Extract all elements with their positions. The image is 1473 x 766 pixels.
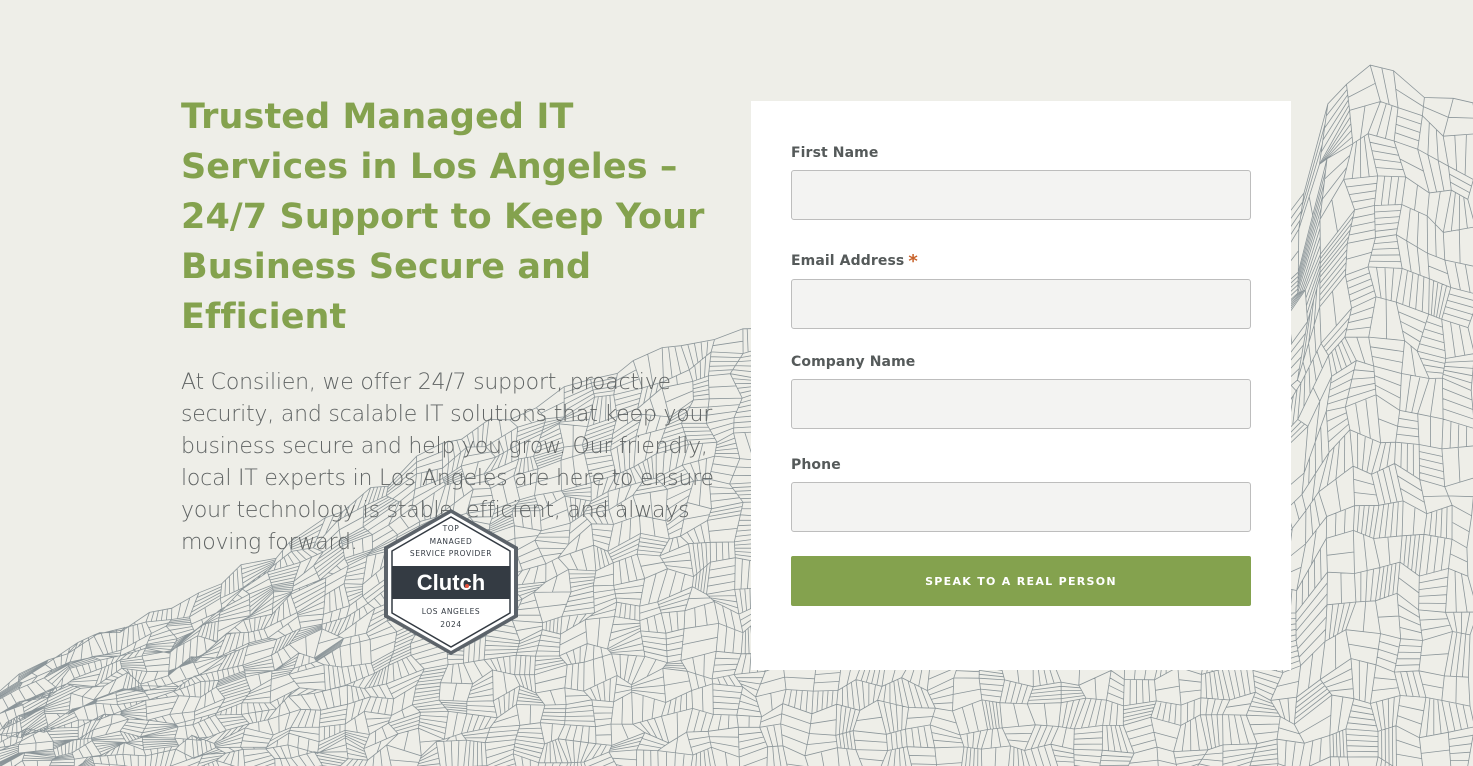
- contact-form: First Name Email Address * Company Name P…: [751, 101, 1291, 670]
- first-name-label: First Name: [791, 145, 879, 161]
- company-input[interactable]: [791, 379, 1251, 429]
- phone-group: Phone: [791, 457, 1251, 532]
- company-label: Company Name: [791, 354, 916, 370]
- badge-provider-text: SERVICE PROVIDER: [410, 549, 492, 558]
- company-group: Company Name: [791, 354, 1251, 429]
- first-name-group: First Name: [791, 145, 1251, 220]
- page-title: Trusted Managed IT Services in Los Angel…: [181, 97, 705, 337]
- badge-managed-text: MANAGED: [430, 537, 473, 546]
- first-name-input[interactable]: [791, 170, 1251, 220]
- email-group: Email Address *: [791, 249, 1251, 329]
- phone-input[interactable]: [791, 482, 1251, 532]
- phone-label: Phone: [791, 457, 841, 473]
- email-label-row: Email Address *: [791, 249, 1251, 272]
- submit-button[interactable]: SPEAK TO A REAL PERSON: [791, 556, 1251, 606]
- hero-text: Trusted Managed IT Services in Los Angel…: [181, 92, 731, 559]
- required-asterisk: *: [908, 251, 918, 272]
- email-label: Email Address: [791, 253, 905, 269]
- clutch-logo-text: Clutch: [417, 570, 485, 595]
- email-input[interactable]: [791, 279, 1251, 329]
- badge-top-text: TOP: [442, 524, 460, 533]
- badge-location-text: LOS ANGELES: [422, 607, 481, 616]
- badge-year-text: 2024: [440, 620, 462, 629]
- clutch-award-badge: TOP MANAGED SERVICE PROVIDER Clutch LOS …: [384, 509, 518, 655]
